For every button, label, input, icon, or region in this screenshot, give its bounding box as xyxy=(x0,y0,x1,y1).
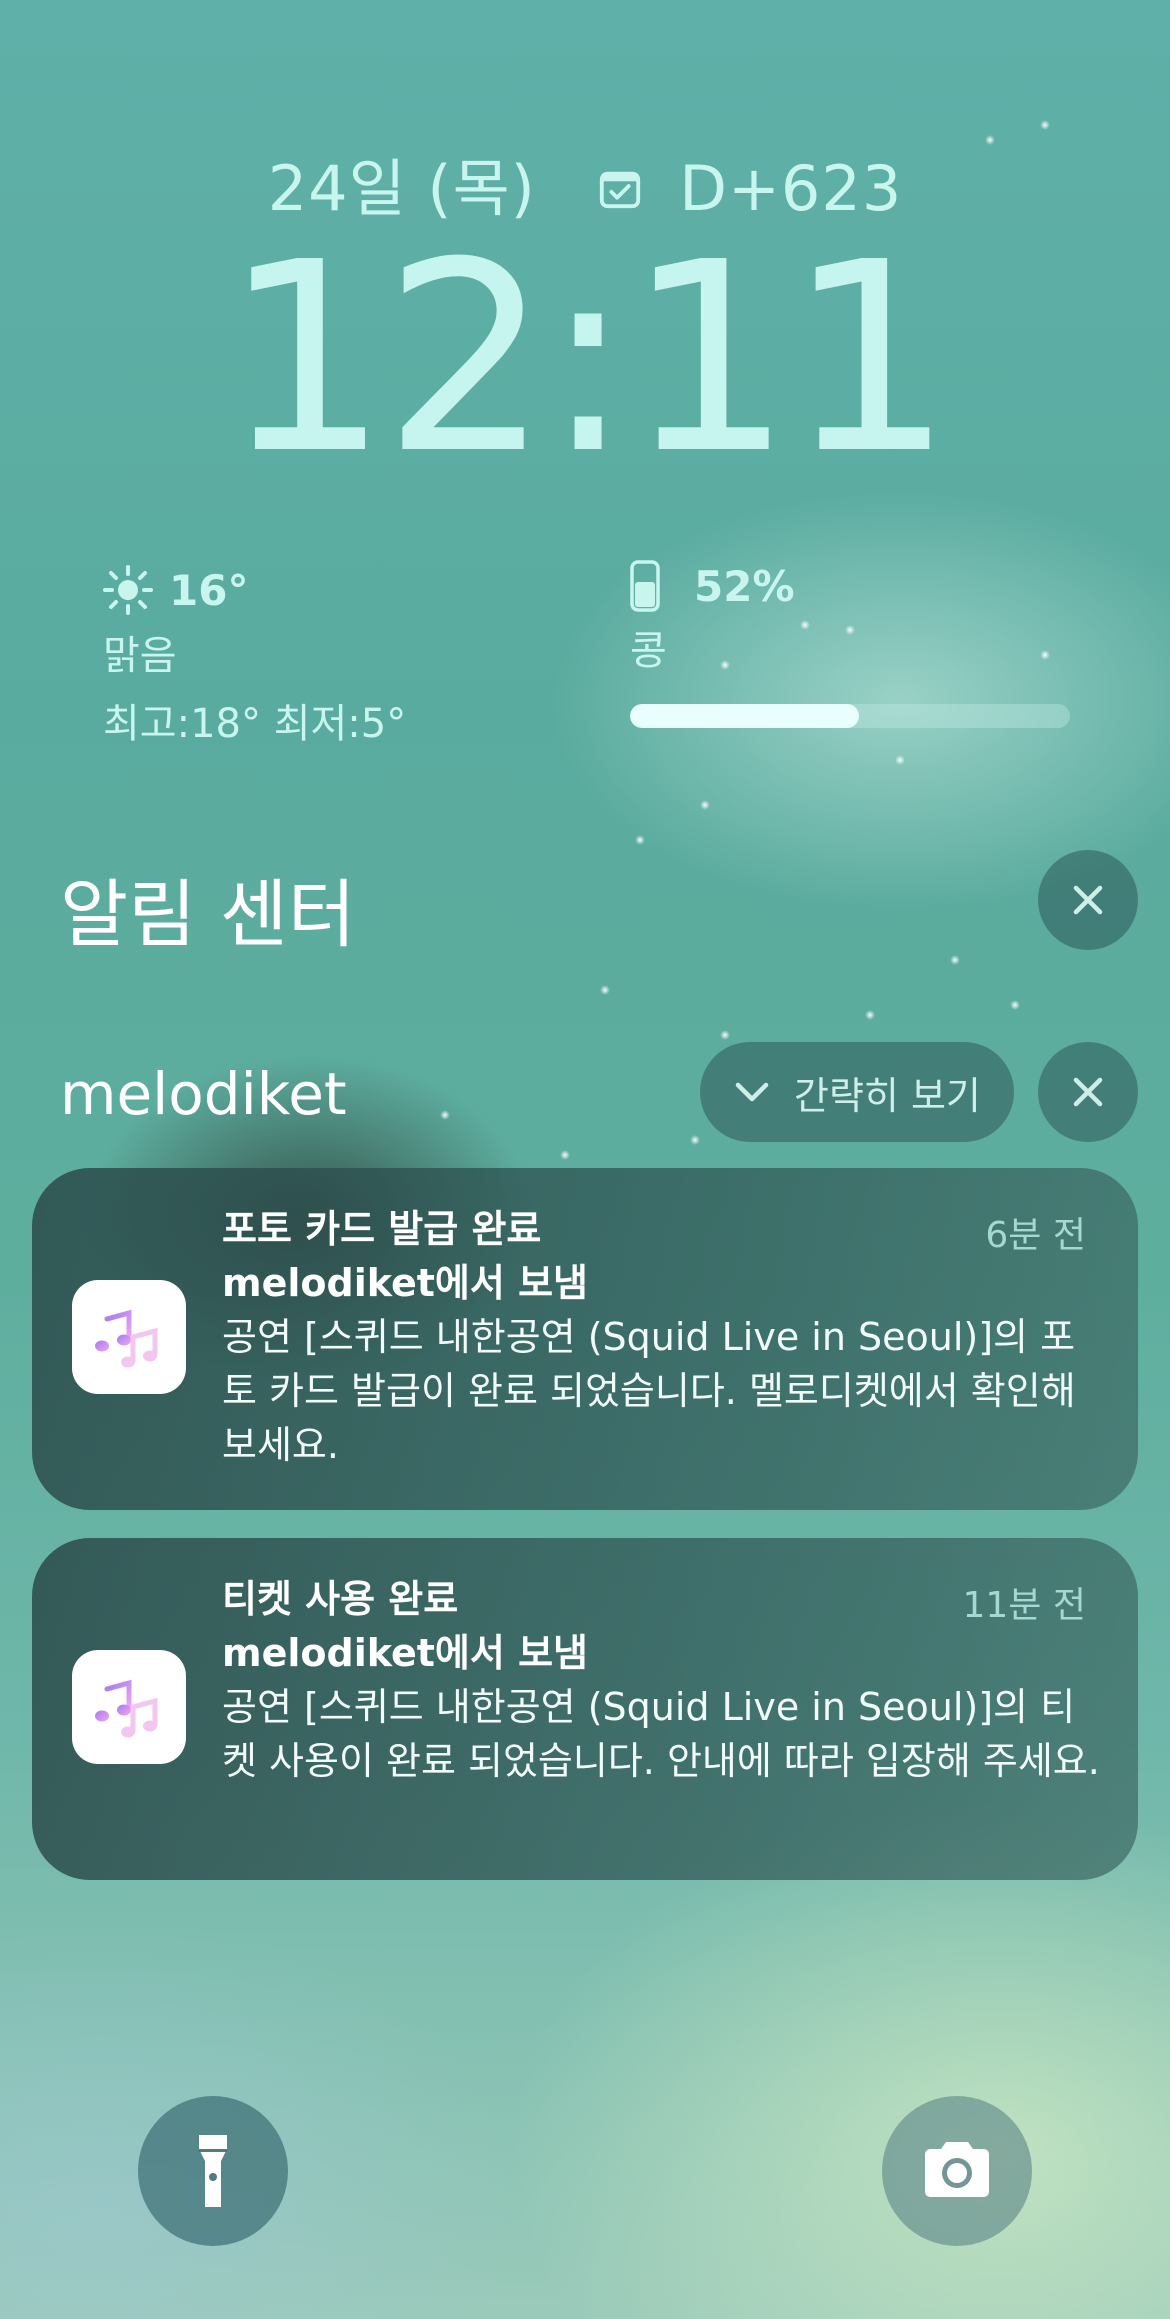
sun-icon xyxy=(103,565,153,615)
flashlight-button[interactable] xyxy=(138,2096,288,2246)
notification-body: 공연 [스퀴드 내한공연 (Squid Live in Seoul)]의 포토 … xyxy=(222,1315,1076,1467)
calendar-icon xyxy=(599,171,640,209)
notification-sender: melodiket에서 보냄 xyxy=(222,1631,588,1675)
battery-level-bar xyxy=(630,704,1070,728)
notification-card[interactable]: 6분 전 포토 카드 발급 완료 melodiket에서 보냄 공연 [스퀴드 … xyxy=(32,1168,1138,1510)
group-app-name: melodiket xyxy=(60,1060,347,1128)
app-icon xyxy=(72,1280,186,1394)
battery-percent: 52% xyxy=(694,561,795,611)
battery-device-name: 콩 xyxy=(630,628,667,674)
app-icon xyxy=(72,1650,186,1764)
lockscreen-clock[interactable]: 12:11 xyxy=(0,228,1170,490)
notification-card[interactable]: 11분 전 티켓 사용 완료 melodiket에서 보냄 공연 [스퀴드 내한… xyxy=(32,1538,1138,1880)
battery-widget[interactable]: 52% 콩 xyxy=(630,560,1070,728)
clear-all-button[interactable] xyxy=(1038,850,1138,950)
music-notes-icon xyxy=(95,1679,158,1738)
notification-sender: melodiket에서 보냄 xyxy=(222,1261,588,1305)
battery-level-fill xyxy=(630,704,859,728)
chevron-down-icon xyxy=(735,1082,769,1102)
flashlight-icon xyxy=(199,2135,227,2207)
camera-button[interactable] xyxy=(882,2096,1032,2246)
weather-condition: 맑음 xyxy=(103,633,177,679)
weather-temp: 16° xyxy=(169,565,249,615)
show-less-button[interactable]: 간략히 보기 xyxy=(700,1042,1014,1142)
clear-group-button[interactable] xyxy=(1038,1042,1138,1142)
show-less-label: 간략히 보기 xyxy=(794,1073,981,1118)
notification-time: 11분 전 xyxy=(962,1585,1087,1626)
weather-range: 최고:18° 최저:5° xyxy=(103,701,407,747)
notification-body: 공연 [스퀴드 내한공연 (Squid Live in Seoul)]의 티켓 … xyxy=(222,1685,1100,1783)
close-icon xyxy=(1073,885,1103,915)
phone-icon xyxy=(630,560,660,612)
camera-icon xyxy=(925,2142,989,2197)
notification-center-title: 알림 센터 xyxy=(60,872,356,958)
notification-title: 티켓 사용 완료 xyxy=(222,1577,459,1621)
notification-time: 6분 전 xyxy=(985,1215,1086,1256)
music-notes-icon xyxy=(95,1309,158,1368)
weather-widget[interactable]: 16° 맑음 최고:18° 최저:5° xyxy=(103,565,406,749)
close-icon xyxy=(1073,1077,1103,1107)
notification-title: 포토 카드 발급 완료 xyxy=(222,1207,542,1251)
